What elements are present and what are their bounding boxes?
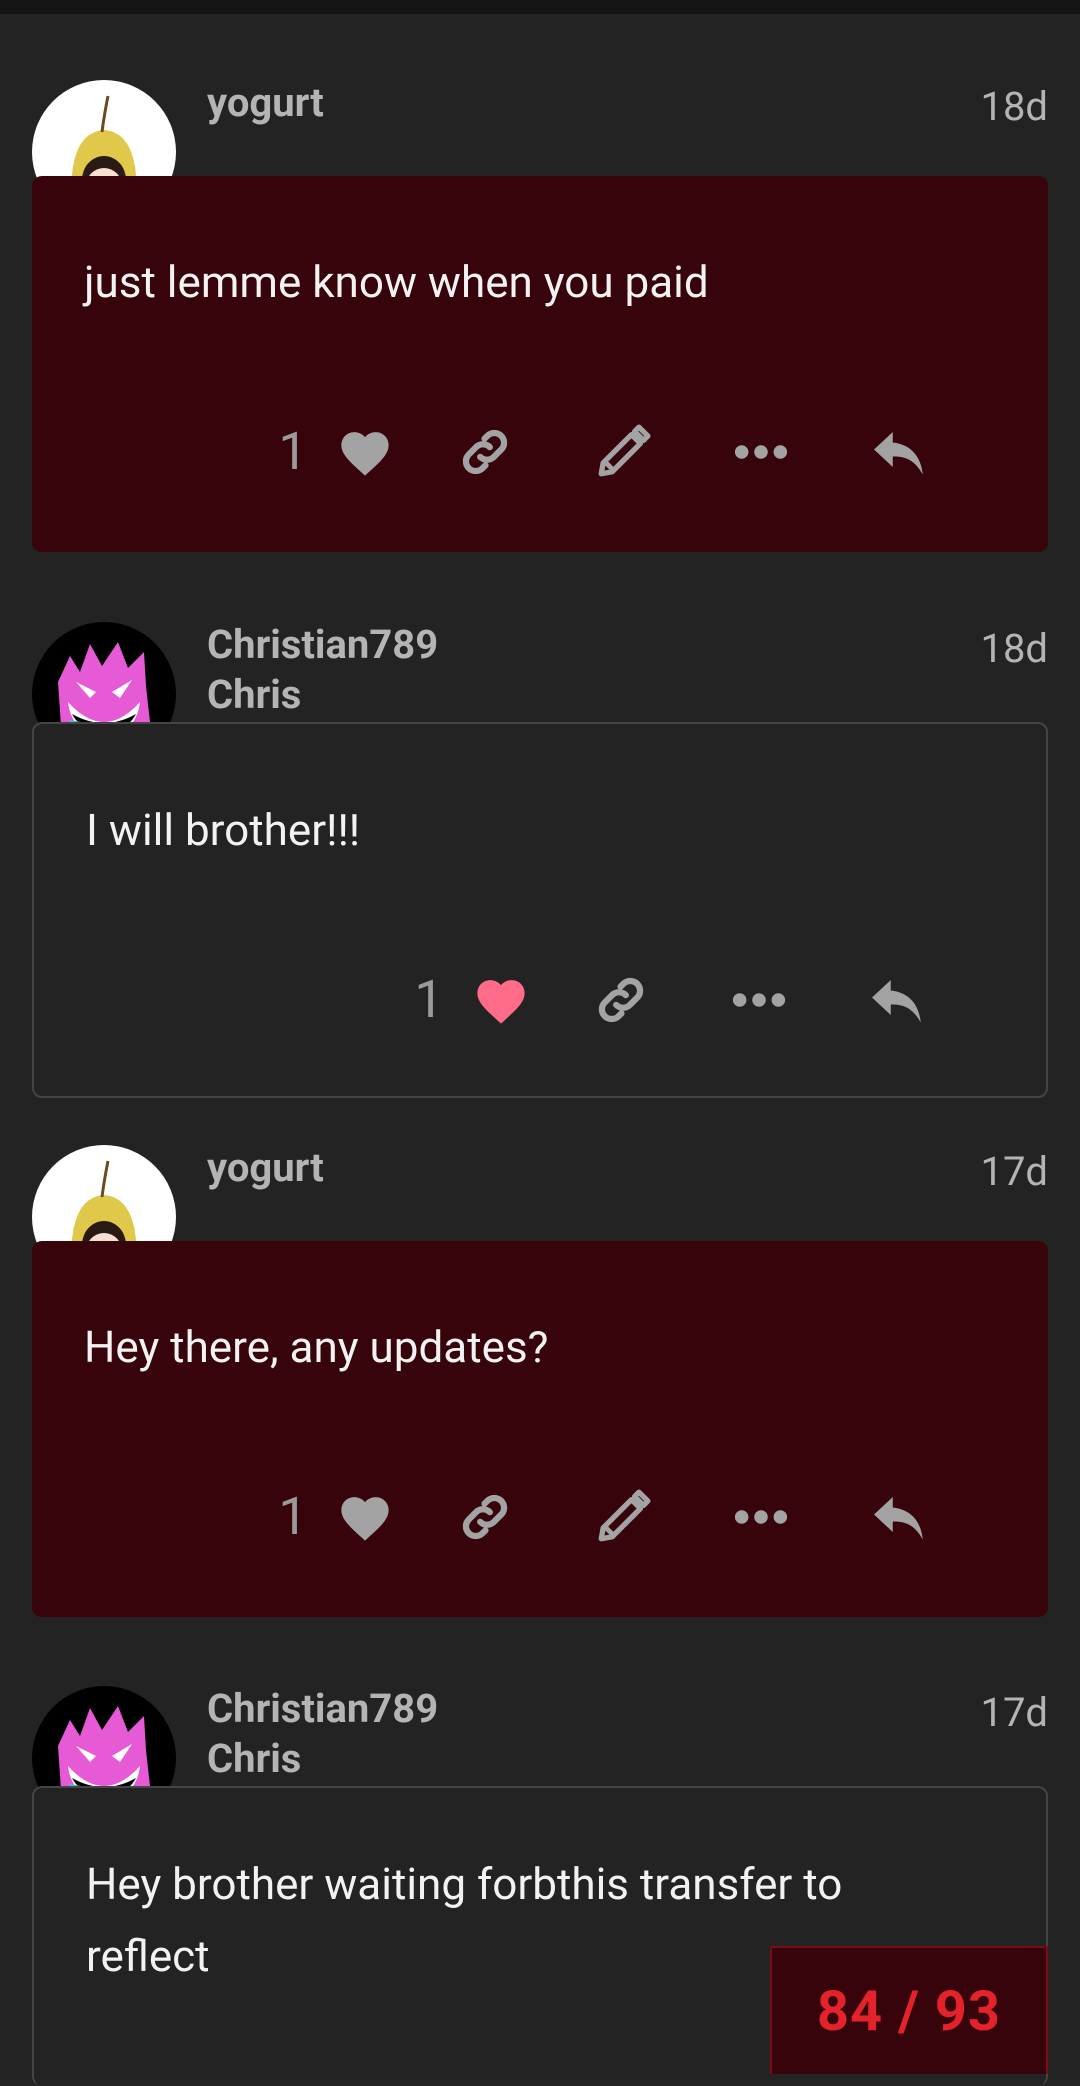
post-card: just lemme know when you paid 1	[32, 176, 1048, 552]
like-count: 1	[278, 421, 308, 482]
post-date[interactable]: 17d	[980, 1690, 1048, 1736]
more-icon	[734, 445, 788, 459]
reply-icon	[874, 432, 923, 475]
like-button[interactable]: 1	[256, 1477, 416, 1557]
post-date[interactable]: 17d	[980, 1149, 1048, 1195]
reply-button[interactable]	[830, 412, 968, 492]
post-body: just lemme know when you paid	[84, 256, 709, 308]
reply-icon	[872, 980, 921, 1023]
heart-icon	[340, 432, 389, 476]
topic-progress-indicator[interactable]: 84 / 93	[770, 1946, 1048, 2074]
link-icon	[462, 1494, 508, 1540]
top-status-bar	[0, 0, 1080, 14]
post-fullname: Chris	[207, 671, 302, 718]
link-icon	[598, 977, 644, 1023]
post-username[interactable]: Christian789	[207, 622, 438, 668]
post-card: I will brother!!! 1	[32, 722, 1048, 1098]
like-button[interactable]: 1	[392, 960, 552, 1040]
progress-label: 84 / 93	[816, 1978, 1002, 2044]
more-icon	[732, 993, 786, 1007]
like-button[interactable]: 1	[256, 412, 416, 492]
link-icon	[462, 429, 508, 475]
pencil-icon	[598, 1489, 651, 1542]
post-actions: 1	[256, 412, 968, 492]
post-actions: 1	[256, 1477, 968, 1557]
post-date[interactable]: 18d	[980, 84, 1048, 130]
more-button[interactable]	[692, 412, 830, 492]
copy-link-button[interactable]	[416, 412, 554, 492]
post-fullname: Chris	[207, 1735, 302, 1782]
post-username[interactable]: yogurt	[207, 1145, 324, 1191]
post-body: Hey there, any updates?	[84, 1321, 549, 1373]
like-count: 1	[278, 1486, 308, 1547]
post-date[interactable]: 18d	[980, 626, 1048, 672]
post-actions: 1	[392, 960, 966, 1040]
post-username[interactable]: Christian789	[207, 1686, 438, 1732]
heart-icon	[476, 980, 525, 1024]
reply-icon	[874, 1497, 923, 1540]
copy-link-button[interactable]	[416, 1477, 554, 1557]
post-card: Hey there, any updates? 1	[32, 1241, 1048, 1617]
heart-icon	[340, 1497, 389, 1541]
more-icon	[734, 1510, 788, 1524]
post-username[interactable]: yogurt	[207, 80, 324, 126]
edit-button[interactable]	[554, 412, 692, 492]
reply-button[interactable]	[828, 960, 966, 1040]
like-count: 1	[414, 969, 444, 1030]
edit-button[interactable]	[554, 1477, 692, 1557]
reply-button[interactable]	[830, 1477, 968, 1557]
copy-link-button[interactable]	[552, 960, 690, 1040]
more-button[interactable]	[692, 1477, 830, 1557]
post-body: I will brother!!!	[86, 804, 361, 856]
more-button[interactable]	[690, 960, 828, 1040]
pencil-icon	[598, 424, 651, 477]
